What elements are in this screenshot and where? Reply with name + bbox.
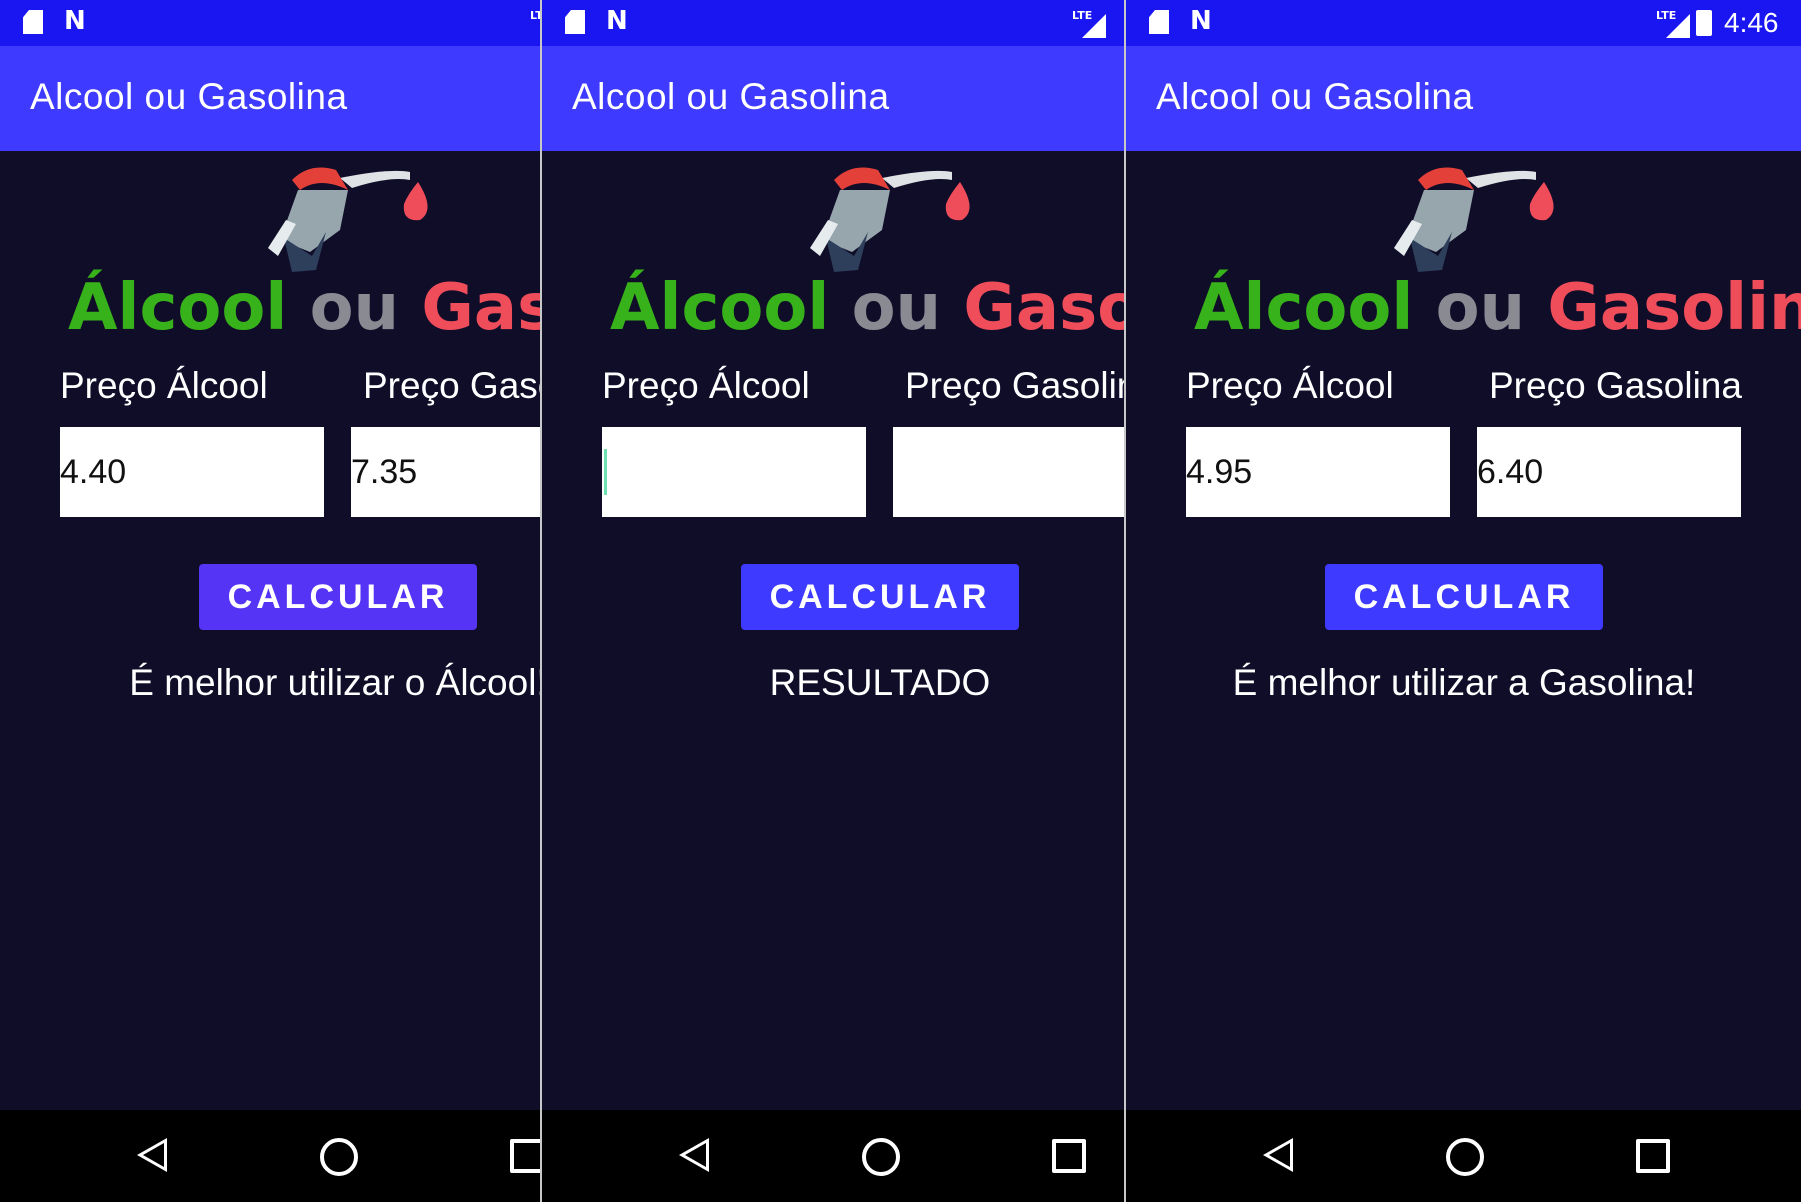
sd-card-icon — [565, 10, 585, 34]
screen-2: N LTE Alcool ou Gasolina Álcool ou Gasol… — [542, 0, 1126, 1202]
logo-text: Álcool ou Gasolina — [68, 268, 543, 348]
alcool-price-input[interactable] — [602, 427, 866, 517]
app-bar: Alcool ou Gasolina — [1126, 46, 1801, 151]
home-icon[interactable] — [320, 1138, 358, 1176]
nav-bar — [1126, 1110, 1801, 1202]
status-bar: N LTE 4:46 — [1126, 0, 1801, 46]
app-bar: Alcool ou Gasolina — [0, 46, 543, 151]
n-logo-icon: N — [606, 6, 628, 36]
logo-word-alcool: Álcool — [68, 271, 288, 345]
app-title: Alcool ou Gasolina — [572, 76, 890, 117]
back-icon[interactable] — [137, 1138, 167, 1172]
clock: 4:46 — [1724, 7, 1779, 38]
fuel-pump-icon — [268, 167, 428, 272]
logo-word-alcool: Álcool — [1194, 271, 1414, 345]
app-title: Alcool ou Gasolina — [1156, 76, 1474, 117]
home-icon[interactable] — [1446, 1138, 1484, 1176]
result-text: É melhor utilizar o Álcool! — [129, 662, 543, 703]
fuel-pump-icon — [1394, 167, 1554, 272]
logo: Álcool ou Gasolina — [0, 160, 543, 350]
logo-word-alcool: Álcool — [610, 271, 830, 345]
label-preco-alcool: Preço Álcool — [60, 365, 268, 406]
gasolina-price-input[interactable]: 7.35 — [351, 427, 543, 517]
battery-icon — [1696, 10, 1712, 36]
logo-word-ou: ou — [309, 271, 400, 345]
logo-text: Álcool ou Gasolina — [1194, 268, 1801, 348]
back-icon[interactable] — [1263, 1138, 1293, 1172]
home-icon[interactable] — [862, 1138, 900, 1176]
logo: Álcool ou Gasolina — [542, 160, 1126, 350]
logo-word-gasolina: Gasolina — [1547, 271, 1801, 345]
status-bar: N LTE — [0, 0, 543, 46]
logo-word-ou: ou — [1435, 271, 1526, 345]
label-preco-gasolina: Preço Gasolina — [905, 365, 1126, 406]
fuel-pump-icon — [810, 167, 970, 272]
logo-word-gasolina: Gasolina — [421, 271, 543, 345]
label-preco-gasolina: Preço Gasolina — [1489, 365, 1742, 406]
calcular-button[interactable]: CALCULAR — [1325, 564, 1603, 630]
label-preco-gasolina: Preço Gasolina — [363, 365, 543, 406]
n-logo-icon: N — [64, 6, 86, 36]
nav-bar — [542, 1110, 1126, 1202]
logo-text: Álcool ou Gasolina — [610, 268, 1126, 348]
sd-card-icon — [23, 10, 43, 34]
n-logo-icon: N — [1190, 6, 1212, 36]
label-preco-alcool: Preço Álcool — [1186, 365, 1394, 406]
recents-icon[interactable] — [510, 1139, 543, 1173]
label-preco-alcool: Preço Álcool — [602, 365, 810, 406]
app-bar: Alcool ou Gasolina — [542, 46, 1126, 151]
status-bar: N LTE — [542, 0, 1126, 46]
gasolina-price-input[interactable] — [893, 427, 1126, 517]
alcool-price-input[interactable]: 4.40 — [60, 427, 324, 517]
signal-icon — [1666, 14, 1690, 38]
signal-icon — [1082, 14, 1106, 38]
calcular-button[interactable]: CALCULAR — [741, 564, 1019, 630]
text-cursor — [604, 449, 607, 495]
result-text: É melhor utilizar a Gasolina! — [1232, 662, 1696, 703]
recents-icon[interactable] — [1052, 1139, 1086, 1173]
logo-word-ou: ou — [851, 271, 942, 345]
app-title: Alcool ou Gasolina — [30, 76, 348, 117]
screen-3: N LTE 4:46 Alcool ou Gasolina Álcool ou … — [1126, 0, 1801, 1202]
result-text: RESULTADO — [769, 662, 991, 703]
screen-1: N LTE Alcool ou Gasolina Álcool ou Gasol… — [0, 0, 543, 1202]
logo-word-gasolina: Gasolina — [963, 271, 1126, 345]
nav-bar — [0, 1110, 543, 1202]
logo: Álcool ou Gasolina — [1126, 160, 1801, 350]
back-icon[interactable] — [679, 1138, 709, 1172]
alcool-price-input[interactable]: 4.95 — [1186, 427, 1450, 517]
gasolina-price-input[interactable]: 6.40 — [1477, 427, 1741, 517]
recents-icon[interactable] — [1636, 1139, 1670, 1173]
calcular-button[interactable]: CALCULAR — [199, 564, 477, 630]
sd-card-icon — [1149, 10, 1169, 34]
